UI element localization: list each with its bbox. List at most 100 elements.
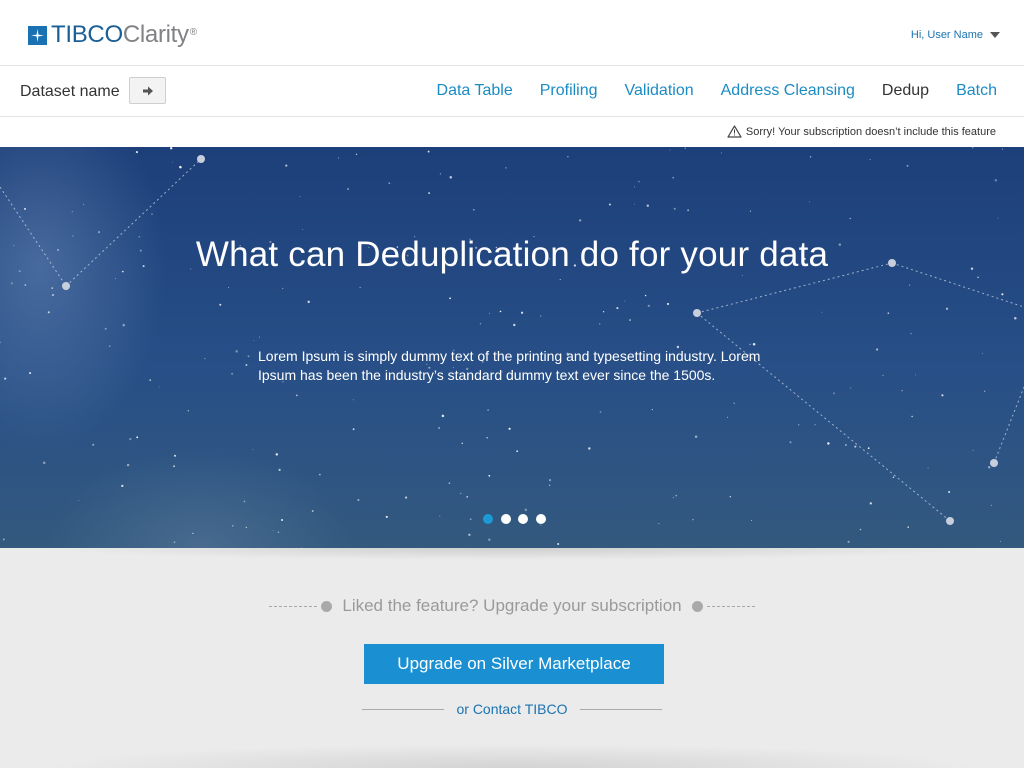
tab-data-table[interactable]: Data Table [437,82,513,100]
contact-tibco-link[interactable]: or Contact TIBCO [456,701,567,717]
star [10,282,13,285]
star [281,519,284,521]
star [798,424,800,426]
star [651,409,653,411]
star [357,498,360,502]
star [727,416,729,418]
carousel-dot-2[interactable] [500,514,511,524]
star [809,155,812,158]
star [78,499,80,501]
star [684,147,686,149]
star [51,287,53,289]
star [508,427,511,430]
star [83,204,85,206]
star [672,176,675,179]
tab-address-cleansing[interactable]: Address Cleansing [721,82,855,100]
user-menu[interactable]: Hi, User Name [911,29,1000,41]
star [245,526,247,529]
star [972,449,974,451]
carousel-dot-3[interactable] [518,514,528,524]
upgrade-marketplace-button[interactable]: Upgrade on Silver Marketplace [364,644,664,684]
tibco-clarity-logo[interactable]: TIBCOClarity® [28,22,197,48]
star [559,278,561,281]
star [486,437,488,439]
tab-dedup[interactable]: Dedup [882,82,929,100]
carousel-indicators [483,514,553,524]
star [854,445,857,448]
tab-validation[interactable]: Validation [625,82,694,100]
star [927,467,929,469]
star [599,323,601,325]
upgrade-prompt-text: Liked the feature? Upgrade your subscrip… [342,596,682,615]
star [675,495,677,497]
feature-nav-bar: Dataset name Data Table Profiling Valida… [0,66,1024,117]
star [869,502,872,505]
star [108,345,111,347]
star [104,327,107,330]
star [987,466,991,469]
star [646,204,650,207]
star [548,478,552,482]
star [540,315,542,317]
star [359,286,361,288]
star [999,540,1002,543]
star [158,386,160,388]
star [352,399,354,401]
star [729,495,732,498]
dataset-go-button[interactable] [129,77,166,104]
star [347,187,350,191]
logo-brand-text: TIBCO [51,21,123,48]
tab-batch[interactable]: Batch [956,82,997,100]
carousel-dot-1[interactable] [483,514,493,524]
star [859,528,862,531]
star [42,461,46,465]
star [887,312,890,314]
dashed-divider-left [269,605,318,607]
upgrade-section: Liked the feature? Upgrade your subscrip… [0,548,1024,768]
star [23,207,27,210]
upgrade-prompt-row: Liked the feature? Upgrade your subscrip… [0,596,1024,616]
star [187,410,189,412]
star [295,394,298,397]
star [910,332,912,335]
user-greeting[interactable]: Hi, User Name [911,29,983,41]
contact-divider-left [362,708,445,710]
star [673,207,676,210]
star [173,454,177,457]
star [658,523,660,525]
hero-description: Lorem Ipsum is simply dummy text of the … [258,348,761,383]
star [875,348,879,351]
star [1014,317,1017,320]
star [479,323,482,325]
star [355,153,358,155]
star [151,213,153,215]
star [808,201,811,203]
star [466,495,469,498]
star [52,294,54,296]
star [869,159,871,160]
star [428,192,431,195]
star [644,294,647,297]
star [687,209,689,212]
star [997,217,999,219]
star [235,350,238,353]
tab-profiling[interactable]: Profiling [540,82,598,100]
carousel-dot-4[interactable] [535,514,546,524]
star [285,164,288,167]
star [253,340,255,342]
star [338,157,339,159]
star [647,304,650,308]
warning-icon [727,125,742,138]
star [448,482,451,485]
star [173,541,176,543]
star [173,465,176,468]
chevron-down-icon[interactable] [990,32,1000,38]
star [850,387,852,389]
star [666,302,670,306]
star [749,210,751,212]
star [449,176,453,179]
star [275,453,278,456]
star [352,428,355,431]
star [231,372,234,375]
star [299,196,301,198]
